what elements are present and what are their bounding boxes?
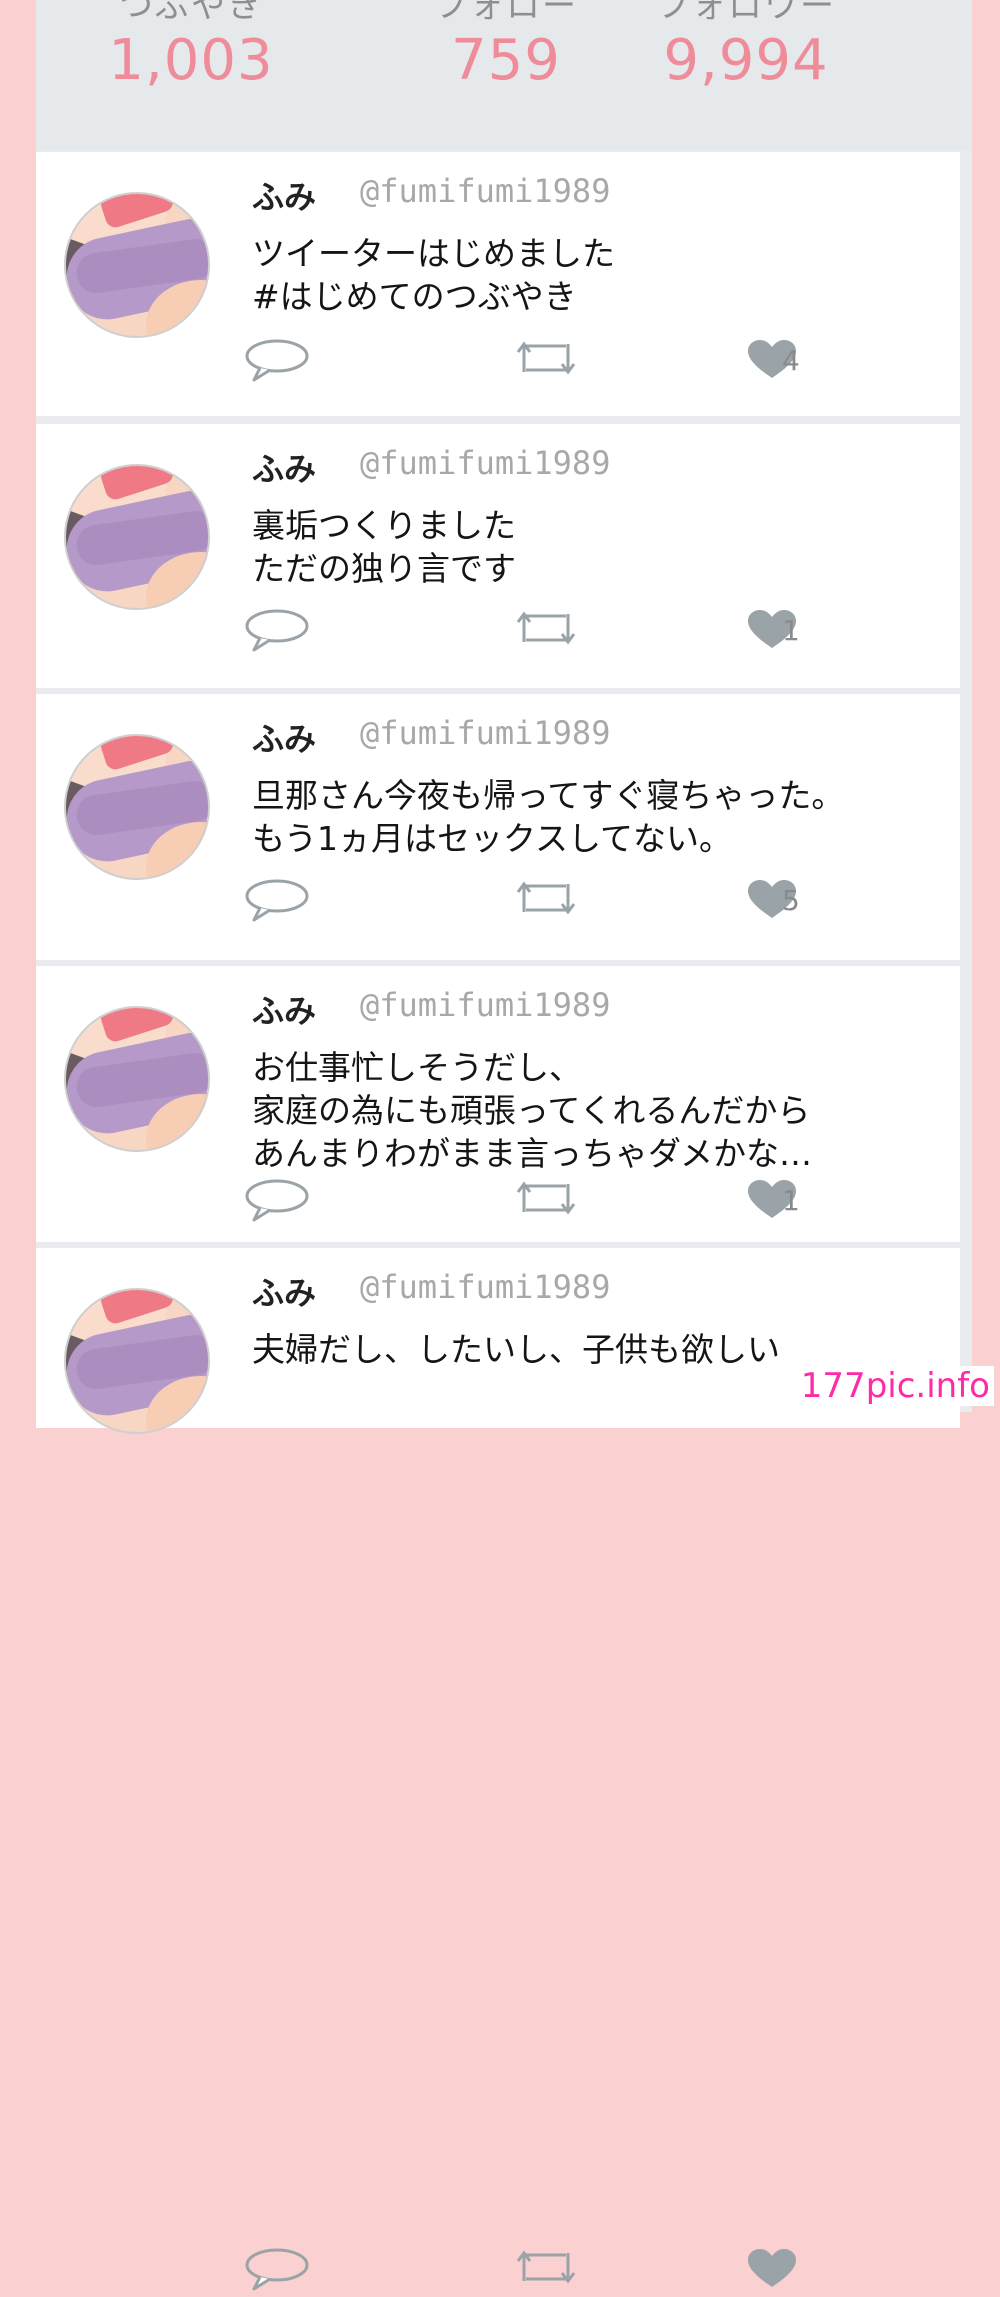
like-count: 1 — [782, 1184, 800, 1217]
stat-followers-label: フォロワー — [656, 0, 836, 26]
tweet-card[interactable]: ふみ @fumifumi1989 お仕事忙しそうだし、家庭の為にも頑張ってくれる… — [36, 966, 960, 1242]
tweet-text-line: 夫婦だし、したいし、子供も欲しい — [252, 1330, 780, 1369]
speech-bubble-icon[interactable] — [244, 608, 310, 656]
tweet-text: 裏垢つくりました ただの独り言です — [252, 504, 516, 590]
speech-bubble-icon[interactable] — [244, 2247, 310, 2295]
tweet-actions: 4 — [244, 338, 844, 388]
speech-bubble-icon[interactable] — [244, 1178, 310, 1226]
profile-stats: つぶやき 1,003 フォロー 759 フォロワー 9,994 — [36, 0, 972, 150]
avatar[interactable] — [64, 464, 210, 610]
stat-following-value: 759 — [451, 28, 561, 93]
like-count: 1 — [782, 614, 800, 647]
tweet-actions: 1 — [244, 608, 844, 658]
tweet-text-line: あんまりわがまま言っちゃダメかな… — [252, 1134, 813, 1173]
like-count: 4 — [782, 344, 800, 377]
heart-icon[interactable] — [746, 2249, 798, 2293]
stat-following-label: フォロー — [434, 0, 578, 26]
retweet-icon[interactable] — [514, 878, 578, 922]
user-name[interactable]: ふみ — [252, 714, 316, 760]
tweet-card[interactable]: ふみ @fumifumi1989 ツイーターはじめました #はじめてのつぶやき — [36, 152, 960, 416]
tweet-text-line: もう1ヵ月はセックスしてない。 — [252, 819, 733, 858]
stat-tweets-label: つぶやき — [119, 0, 263, 26]
tweet-text-line: 裏垢つくりました — [252, 506, 516, 545]
tweet-text-line: #はじめてのつぶやき — [252, 277, 577, 316]
avatar[interactable] — [64, 1006, 210, 1152]
speech-bubble-icon[interactable] — [244, 878, 310, 926]
tweet-text: ツイーターはじめました #はじめてのつぶやき — [252, 232, 615, 318]
tweet-text-line: 家庭の為にも頑張ってくれるんだから — [252, 1091, 811, 1130]
user-handle[interactable]: @fumifumi1989 — [360, 714, 610, 752]
tweet-card[interactable]: ふみ @fumifumi1989 旦那さん今夜も帰ってすぐ寝ちゃった。 もう1ヵ月… — [36, 694, 960, 960]
tweet-text-line: 旦那さん今夜も帰ってすぐ寝ちゃった。 — [252, 776, 845, 815]
retweet-icon[interactable] — [514, 608, 578, 652]
tweet-text-line: ただの独り言です — [252, 549, 516, 588]
avatar[interactable] — [64, 1288, 210, 1434]
retweet-icon[interactable] — [514, 1178, 578, 1222]
user-handle[interactable]: @fumifumi1989 — [360, 444, 610, 482]
avatar[interactable] — [64, 734, 210, 880]
like-count: 5 — [782, 884, 800, 917]
user-name[interactable]: ふみ — [252, 1268, 316, 1314]
watermark: 177pic.info — [796, 1366, 994, 1406]
tweet-text-line: ツイーターはじめました — [252, 234, 615, 273]
user-handle[interactable]: @fumifumi1989 — [360, 1268, 610, 1306]
speech-bubble-icon[interactable] — [244, 338, 310, 386]
tweet-actions — [244, 2247, 844, 2297]
tweet-text: お仕事忙しそうだし、家庭の為にも頑張ってくれるんだから あんまりわがまま言っちゃダ… — [252, 1046, 812, 1175]
user-handle[interactable]: @fumifumi1989 — [360, 986, 610, 1024]
tweet-text: 旦那さん今夜も帰ってすぐ寝ちゃった。 もう1ヵ月はセックスしてない。 — [252, 774, 844, 860]
avatar[interactable] — [64, 192, 210, 338]
tweet-actions: 5 — [244, 878, 844, 928]
tweet-text: 夫婦だし、したいし、子供も欲しい — [252, 1328, 780, 1371]
user-handle[interactable]: @fumifumi1989 — [360, 172, 610, 210]
tweet-actions: 1 — [244, 1178, 844, 1228]
stat-followers-value: 9,994 — [663, 28, 829, 93]
user-name[interactable]: ふみ — [252, 986, 316, 1032]
tweet-card[interactable]: ふみ @fumifumi1989 裏垢つくりました ただの独り言です 1 — [36, 424, 960, 688]
retweet-icon[interactable] — [514, 2247, 578, 2291]
retweet-icon[interactable] — [514, 338, 578, 382]
stat-tweets-value: 1,003 — [108, 28, 274, 93]
user-name[interactable]: ふみ — [252, 444, 316, 490]
user-name[interactable]: ふみ — [252, 172, 316, 218]
tweet-text-line: お仕事忙しそうだし、 — [252, 1048, 582, 1087]
